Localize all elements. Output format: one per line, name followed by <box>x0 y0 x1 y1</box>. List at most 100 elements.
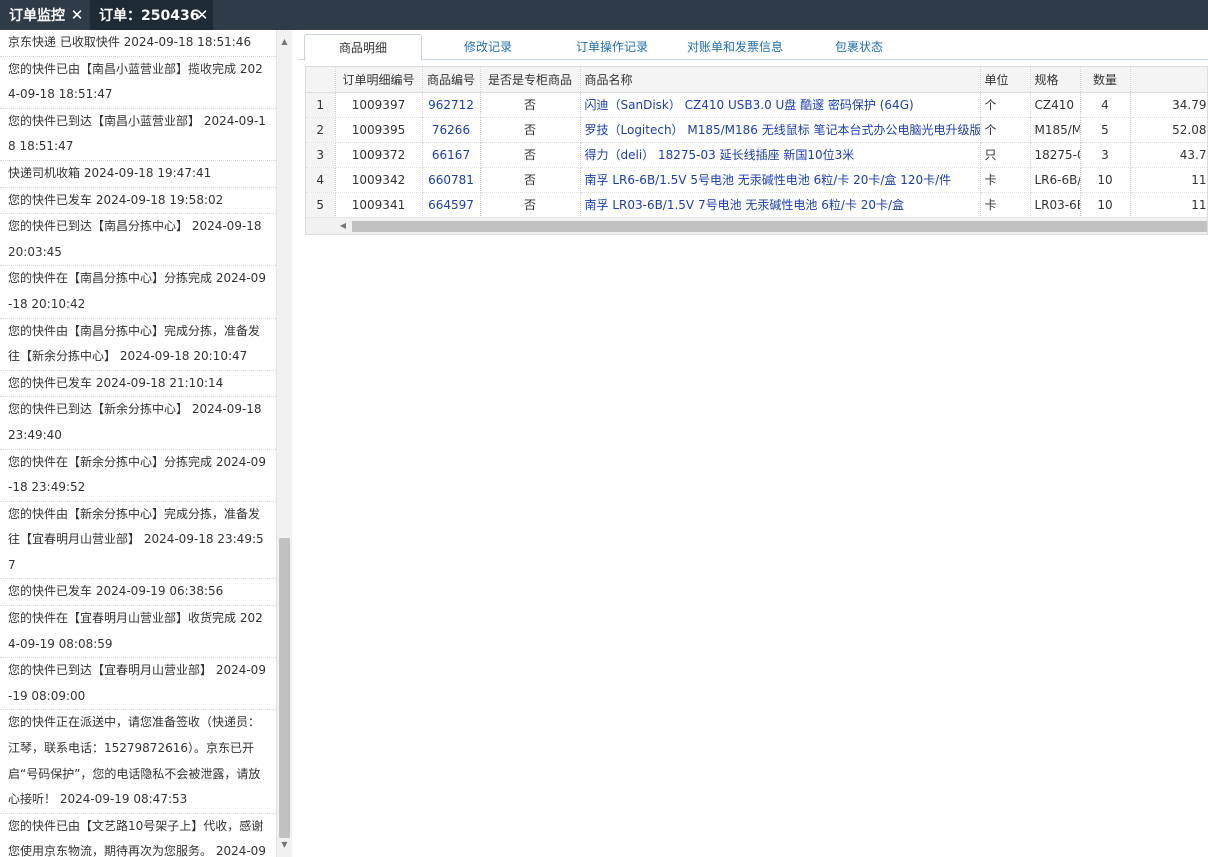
log-entry: 您的快件已到达【南昌分拣中心】 2024-09-18 20:03:45 <box>0 214 276 267</box>
log-entry: 您的快件已到达【宜春明月山营业部】 2024-09-19 08:09:00 <box>0 658 276 711</box>
table-header-row: 订单明细编号 商品编号 是否是专柜商品 商品名称 单位 规格 数量 单价 <box>306 67 1207 93</box>
sku-link[interactable]: 664597 <box>422 192 481 218</box>
log-entry: 您的快件已到达【南昌小蓝营业部】 2024-09-18 18:51:47 <box>0 109 276 161</box>
sku-link[interactable]: 66167 <box>422 142 481 168</box>
spec-cell: CZ410 <box>1030 92 1081 118</box>
tracking-log-panel: 京东快递 已收取快件 2024-09-18 18:51:46 您的快件已由【南昌… <box>0 30 276 857</box>
price-cell: 34.79 <box>1172 97 1207 112</box>
log-scrollbar[interactable]: ▲ ▼ <box>276 30 292 857</box>
product-name-link[interactable]: 南孚 LR03-6B/1.5V 7号电池 无汞碱性电池 6粒/卡 20卡/盒 <box>580 192 981 218</box>
spec-cell: M185/M <box>1030 117 1081 143</box>
log-entry: 您的快件在【南昌分拣中心】分拣完成 2024-09-18 20:10:42 <box>0 266 276 319</box>
price-cell: 52.08 <box>1172 122 1207 137</box>
detail-id-cell: 1009397 <box>335 92 423 118</box>
qty-cell: 5 <box>1080 117 1131 143</box>
unit-cell: 卡 <box>980 167 1031 193</box>
qty-cell: 4 <box>1080 92 1131 118</box>
scrollbar-thumb[interactable] <box>279 538 290 838</box>
detail-id-cell: 1009342 <box>335 167 423 193</box>
row-number-header <box>306 67 336 93</box>
counter-cell: 否 <box>480 142 581 168</box>
spec-cell: 18275-0 <box>1030 142 1081 168</box>
top-tab-bar: 订单监控 ✕ 订单：250436 ✕ <box>0 0 1208 30</box>
close-icon[interactable]: ✕ <box>70 7 84 23</box>
product-name-link[interactable]: 南孚 LR6-6B/1.5V 5号电池 无汞碱性电池 6粒/卡 20卡/盒 12… <box>580 167 981 193</box>
column-header[interactable]: 规格 <box>1030 67 1081 93</box>
tab-statement-invoice[interactable]: 对账单和发票信息 <box>678 34 792 61</box>
tab-order-monitor[interactable]: 订单监控 ✕ <box>0 0 88 30</box>
detail-id-cell: 1009395 <box>335 117 423 143</box>
close-icon[interactable]: ✕ <box>195 7 209 23</box>
log-entry: 您的快件正在派送中，请您准备签收（快递员：江琴，联系电话：15279872616… <box>0 710 276 814</box>
counter-cell: 否 <box>480 167 581 193</box>
log-entry: 您的快件由【南昌分拣中心】完成分拣，准备发往【新余分拣中心】 2024-09-1… <box>0 319 276 371</box>
unit-cell: 个 <box>980 92 1031 118</box>
price-cell: 11 <box>1191 197 1207 212</box>
unit-cell: 个 <box>980 117 1031 143</box>
column-header[interactable]: 是否是专柜商品 <box>480 67 581 93</box>
sku-link[interactable]: 660781 <box>422 167 481 193</box>
tab-order-detail[interactable]: 订单：250436 ✕ <box>90 0 213 30</box>
unit-cell: 卡 <box>980 192 1031 218</box>
qty-cell: 10 <box>1080 192 1131 218</box>
qty-cell: 3 <box>1080 142 1131 168</box>
log-entry: 您的快件由【新余分拣中心】完成分拣，准备发往【宜春明月山营业部】 2024-09… <box>0 502 276 580</box>
product-name-link[interactable]: 闪迪（SanDisk） CZ410 USB3.0 U盘 酷邃 密码保护 (64G… <box>580 92 981 118</box>
log-entry: 您的快件已发车 2024-09-18 21:10:14 <box>0 371 276 398</box>
tab-package-status[interactable]: 包裹状态 <box>818 34 900 61</box>
log-entry: 您的快件已发车 2024-09-19 06:38:56 <box>0 579 276 607</box>
tab-product-details[interactable]: 商品明细 <box>304 34 422 61</box>
tab-label: 订单监控 <box>9 8 65 24</box>
price-cell: 43.7 <box>1179 147 1207 162</box>
column-header[interactable]: 单位 <box>980 67 1031 93</box>
column-header[interactable]: 单价 <box>1130 67 1207 93</box>
grid-horizontal-scrollbar[interactable]: ◀ <box>306 217 1207 234</box>
row-number: 5 <box>306 192 336 218</box>
table-row[interactable]: 4 1009342 660781 否 南孚 LR6-6B/1.5V 5号电池 无… <box>306 167 1207 193</box>
product-grid: 订单明细编号 商品编号 是否是专柜商品 商品名称 单位 规格 数量 单价 1 1… <box>305 66 1208 235</box>
scrollbar-thumb[interactable] <box>352 221 1207 232</box>
column-header[interactable]: 数量 <box>1080 67 1131 93</box>
log-entry: 京东快递 已收取快件 2024-09-18 18:51:46 <box>0 30 276 57</box>
product-table: 订单明细编号 商品编号 是否是专柜商品 商品名称 单位 规格 数量 单价 1 1… <box>306 67 1207 218</box>
log-entry: 您的快件已到达【新余分拣中心】 2024-09-18 23:49:40 <box>0 397 276 450</box>
column-header[interactable]: 订单明细编号 <box>335 67 423 93</box>
counter-cell: 否 <box>480 92 581 118</box>
table-row[interactable]: 2 1009395 76266 否 罗技（Logitech） M185/M186… <box>306 117 1207 143</box>
price-cell: 11 <box>1191 172 1207 187</box>
order-detail-panel: 商品明细 修改记录 订单操作记录 对账单和发票信息 包裹状态 订单明细编号 商品… <box>298 30 1208 857</box>
spec-cell: LR03-6E <box>1030 192 1081 218</box>
row-number: 2 <box>306 117 336 143</box>
table-row[interactable]: 1 1009397 962712 否 闪迪（SanDisk） CZ410 USB… <box>306 92 1207 118</box>
row-number: 3 <box>306 142 336 168</box>
row-number: 4 <box>306 167 336 193</box>
log-entry: 您的快件在【新余分拣中心】分拣完成 2024-09-18 23:49:52 <box>0 450 276 502</box>
log-entry: 您的快件已由【文艺路10号架子上】代收，感谢您使用京东物流，期待再次为您服务。 … <box>0 814 276 857</box>
tab-modification-log[interactable]: 修改记录 <box>438 34 538 61</box>
detail-tab-strip: 商品明细 修改记录 订单操作记录 对账单和发票信息 包裹状态 <box>298 30 1208 61</box>
table-row[interactable]: 3 1009372 66167 否 得力（deli） 18275-03 延长线插… <box>306 142 1207 168</box>
tab-label: 订单：250436 <box>99 8 200 24</box>
log-entry: 您的快件已由【南昌小蓝营业部】揽收完成 2024-09-18 18:51:47 <box>0 57 276 109</box>
row-number: 1 <box>306 92 336 118</box>
product-name-link[interactable]: 罗技（Logitech） M185/M186 无线鼠标 笔记本台式办公电脑光电升… <box>580 117 981 143</box>
log-entry: 您的快件已发车 2024-09-18 19:58:02 <box>0 188 276 215</box>
table-row[interactable]: 5 1009341 664597 否 南孚 LR03-6B/1.5V 7号电池 … <box>306 192 1207 218</box>
sku-link[interactable]: 76266 <box>422 117 481 143</box>
chevron-up-icon[interactable]: ▲ <box>277 34 292 50</box>
column-header[interactable]: 商品编号 <box>422 67 481 93</box>
qty-cell: 10 <box>1080 167 1131 193</box>
chevron-down-icon[interactable]: ▼ <box>277 837 292 853</box>
counter-cell: 否 <box>480 192 581 218</box>
sku-link[interactable]: 962712 <box>422 92 481 118</box>
log-entry: 快递司机收箱 2024-09-18 19:47:41 <box>0 161 276 188</box>
product-name-link[interactable]: 得力（deli） 18275-03 延长线插座 新国10位3米 <box>580 142 981 168</box>
column-header[interactable]: 商品名称 <box>580 67 981 93</box>
log-entry: 您的快件在【宜春明月山营业部】收货完成 2024-09-19 08:08:59 <box>0 606 276 659</box>
chevron-left-icon[interactable]: ◀ <box>336 220 350 232</box>
spec-cell: LR6-6B/ <box>1030 167 1081 193</box>
counter-cell: 否 <box>480 117 581 143</box>
unit-cell: 只 <box>980 142 1031 168</box>
tab-order-operation-log[interactable]: 订单操作记录 <box>560 34 664 61</box>
detail-id-cell: 1009372 <box>335 142 423 168</box>
